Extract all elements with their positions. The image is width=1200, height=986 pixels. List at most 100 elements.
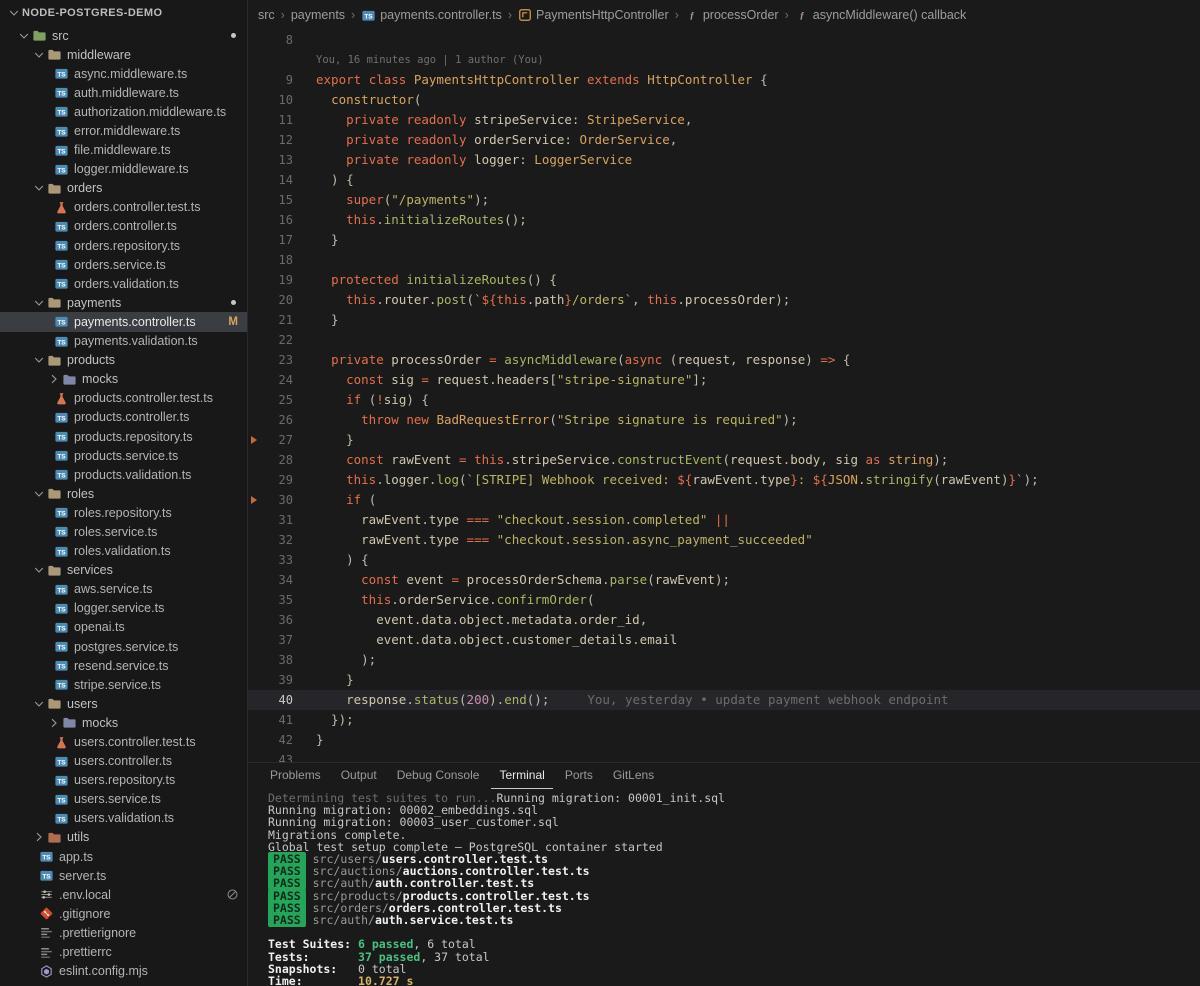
line-number-gutter[interactable]: 20 — [248, 290, 310, 310]
tree-file-users-controller-ts[interactable]: TS users.controller.ts — [0, 752, 247, 771]
breadcrumb-item-processorder[interactable]: ƒ processOrder — [685, 8, 778, 22]
tree-file-orders-repository-ts[interactable]: TS orders.repository.ts — [0, 236, 247, 255]
tree-folder-orders[interactable]: orders — [0, 179, 247, 198]
panel-tab-terminal[interactable]: Terminal — [491, 764, 553, 789]
line-number-gutter[interactable]: 19 — [248, 270, 310, 290]
tree-file-orders-validation-ts[interactable]: TS orders.validation.ts — [0, 274, 247, 293]
panel-tab-gitlens[interactable]: GitLens — [605, 764, 662, 789]
code-line-text[interactable]: }); — [310, 710, 354, 730]
line-number-gutter[interactable]: 32 — [248, 530, 310, 550]
code-line-38[interactable]: 38 ); — [248, 650, 1200, 670]
tree-file-gitignore[interactable]: .gitignore — [0, 904, 247, 923]
tree-file-app-ts[interactable]: TS app.ts — [0, 847, 247, 866]
tree-file-users-service-ts[interactable]: TS users.service.ts — [0, 790, 247, 809]
code-line-31[interactable]: 31 rawEvent.type === "checkout.session.c… — [248, 510, 1200, 530]
line-number-gutter[interactable]: 8 — [248, 30, 310, 50]
tree-file-orders-controller-ts[interactable]: TS orders.controller.ts — [0, 217, 247, 236]
tree-file-logger-middleware-ts[interactable]: TS logger.middleware.ts — [0, 160, 247, 179]
panel-tab-output[interactable]: Output — [333, 764, 385, 789]
code-line-text[interactable]: const rawEvent = this.stripeService.cons… — [310, 450, 948, 470]
line-number-gutter[interactable]: 41 — [248, 710, 310, 730]
tree-file-payments-controller-ts[interactable]: TS payments.controller.ts M — [0, 312, 247, 332]
line-number-gutter[interactable]: 40 — [248, 690, 310, 710]
panel-tab-ports[interactable]: Ports — [557, 764, 601, 789]
tree-file-postgres-service-ts[interactable]: TS postgres.service.ts — [0, 637, 247, 656]
tree-folder-middleware[interactable]: middleware — [0, 45, 247, 64]
explorer-header[interactable]: NODE-POSTGRES-DEMO — [0, 0, 247, 26]
tree-file-orders-controller-test-ts[interactable]: orders.controller.test.ts — [0, 198, 247, 217]
code-line-33[interactable]: 33 ) { — [248, 550, 1200, 570]
tree-file-roles-repository-ts[interactable]: TS roles.repository.ts — [0, 503, 247, 522]
code-editor[interactable]: 8 You, 16 minutes ago | 1 author (You) 9 ex… — [248, 30, 1200, 762]
line-number-gutter[interactable]: 27 — [248, 430, 310, 450]
code-line-text[interactable]: this.logger.log(`[STRIPE] Webhook receiv… — [310, 470, 1039, 490]
breadcrumb-item-payments-controller-ts[interactable]: TS payments.controller.ts — [361, 8, 502, 23]
code-line-text[interactable]: private readonly logger: LoggerService — [310, 150, 632, 170]
tree-folder-src[interactable]: src — [0, 26, 247, 45]
line-number-gutter[interactable]: 30 — [248, 490, 310, 510]
terminal-output[interactable]: Determining test suites to run...Running… — [248, 789, 1200, 986]
line-number-gutter[interactable]: 33 — [248, 550, 310, 570]
code-line-text[interactable]: this.initializeRoutes(); — [310, 210, 527, 230]
code-line-text[interactable]: private readonly stripeService: StripeSe… — [310, 110, 692, 130]
line-number-gutter[interactable]: 10 — [248, 90, 310, 110]
line-number-gutter[interactable]: 28 — [248, 450, 310, 470]
code-line-text[interactable]: ); — [310, 650, 376, 670]
tree-file-roles-service-ts[interactable]: TS roles.service.ts — [0, 522, 247, 541]
line-number-gutter[interactable]: 23 — [248, 350, 310, 370]
code-line-10[interactable]: 10 constructor( — [248, 90, 1200, 110]
code-line-23[interactable]: 23 private processOrder = asyncMiddlewar… — [248, 350, 1200, 370]
tree-file-prettierrc[interactable]: .prettierrc — [0, 943, 247, 962]
tree-file-payments-validation-ts[interactable]: TS payments.validation.ts — [0, 332, 247, 351]
tree-folder-products[interactable]: products — [0, 351, 247, 370]
code-line-36[interactable]: 36 event.data.object.metadata.order_id, — [248, 610, 1200, 630]
code-line-29[interactable]: 29 this.logger.log(`[STRIPE] Webhook rec… — [248, 470, 1200, 490]
line-number-gutter[interactable]: 17 — [248, 230, 310, 250]
line-number-gutter[interactable]: 22 — [248, 330, 310, 350]
code-line-text[interactable]: } — [310, 730, 324, 750]
code-line-text[interactable]: private processOrder = asyncMiddleware(a… — [310, 350, 850, 370]
breadcrumb-item-payments[interactable]: payments — [291, 8, 345, 22]
line-number-gutter[interactable]: 38 — [248, 650, 310, 670]
line-number-gutter[interactable]: 31 — [248, 510, 310, 530]
tree-file-products-controller-test-ts[interactable]: products.controller.test.ts — [0, 389, 247, 408]
tree-folder-mocks[interactable]: mocks — [0, 713, 247, 732]
panel-tab-debug-console[interactable]: Debug Console — [389, 764, 488, 789]
panel-tab-problems[interactable]: Problems — [262, 764, 329, 789]
line-number-gutter[interactable]: 29 — [248, 470, 310, 490]
line-number-gutter[interactable]: 13 — [248, 150, 310, 170]
line-number-gutter[interactable]: 16 — [248, 210, 310, 230]
tree-file-auth-middleware-ts[interactable]: TS auth.middleware.ts — [0, 83, 247, 102]
tree-file-roles-validation-ts[interactable]: TS roles.validation.ts — [0, 542, 247, 561]
tree-file-products-controller-ts[interactable]: TS products.controller.ts — [0, 408, 247, 427]
code-line-text[interactable] — [310, 250, 316, 270]
code-line-17[interactable]: 17 } — [248, 230, 1200, 250]
line-number-gutter[interactable]: 25 — [248, 390, 310, 410]
code-line-text[interactable]: protected initializeRoutes() { — [310, 270, 557, 290]
code-line-15[interactable]: 15 super("/payments"); — [248, 190, 1200, 210]
breadcrumb-item-src[interactable]: src — [258, 8, 275, 22]
code-line-26[interactable]: 26 throw new BadRequestError("Stripe sig… — [248, 410, 1200, 430]
code-line-19[interactable]: 19 protected initializeRoutes() { — [248, 270, 1200, 290]
breadcrumb-item-asyncmiddleware-callback[interactable]: ƒ asyncMiddleware() callback — [795, 8, 966, 22]
code-line-28[interactable]: 28 const rawEvent = this.stripeService.c… — [248, 450, 1200, 470]
tree-file-users-validation-ts[interactable]: TS users.validation.ts — [0, 809, 247, 828]
line-number-gutter[interactable]: 12 — [248, 130, 310, 150]
code-line-27[interactable]: 27 } — [248, 430, 1200, 450]
line-number-gutter[interactable]: 14 — [248, 170, 310, 190]
code-line-24[interactable]: 24 const sig = request.headers["stripe-s… — [248, 370, 1200, 390]
tree-file-products-service-ts[interactable]: TS products.service.ts — [0, 446, 247, 465]
tree-file-env-local[interactable]: .env.local — [0, 885, 247, 904]
code-line-text[interactable]: if ( — [310, 490, 376, 510]
code-line-text[interactable]: rawEvent.type === "checkout.session.asyn… — [310, 530, 813, 550]
tree-file-error-middleware-ts[interactable]: TS error.middleware.ts — [0, 121, 247, 140]
line-number-gutter[interactable]: 42 — [248, 730, 310, 750]
code-line-text[interactable] — [310, 330, 316, 350]
tree-file-resend-service-ts[interactable]: TS resend.service.ts — [0, 656, 247, 675]
code-line-11[interactable]: 11 private readonly stripeService: Strip… — [248, 110, 1200, 130]
code-line-18[interactable]: 18 — [248, 250, 1200, 270]
tree-file-stripe-service-ts[interactable]: TS stripe.service.ts — [0, 675, 247, 694]
code-line-text[interactable]: private readonly orderService: OrderServ… — [310, 130, 677, 150]
code-line-text[interactable]: event.data.object.customer_details.email — [310, 630, 677, 650]
tree-file-users-repository-ts[interactable]: TS users.repository.ts — [0, 771, 247, 790]
